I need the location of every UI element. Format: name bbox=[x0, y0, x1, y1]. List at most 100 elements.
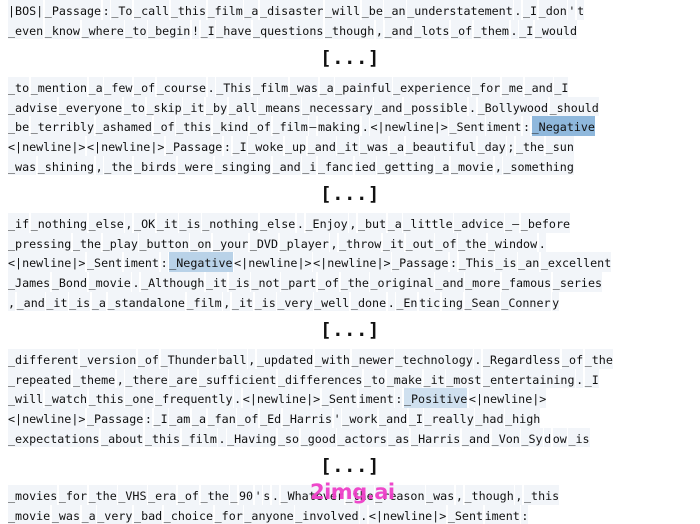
token: _of bbox=[237, 407, 259, 428]
token: _singing bbox=[214, 155, 271, 176]
token: _I bbox=[408, 407, 423, 428]
token: _famous bbox=[501, 271, 552, 292]
token: _newer bbox=[351, 349, 394, 369]
token: _film bbox=[207, 0, 243, 20]
token: <|newline|> bbox=[8, 407, 86, 428]
token: _Although bbox=[141, 271, 205, 292]
token: _painful bbox=[335, 77, 392, 97]
token-line: _if _nothing _else, _OK _it _is _nothing _else.… bbox=[0, 213, 700, 233]
token: _means bbox=[258, 96, 301, 117]
token: _and bbox=[384, 19, 413, 40]
token: _DVD bbox=[249, 232, 278, 253]
token: making bbox=[317, 116, 361, 136]
token-line: <|newline|> <|newline|> _Passage: _I _woke _u… bbox=[0, 135, 700, 156]
token: _though bbox=[464, 485, 514, 505]
token: : bbox=[144, 407, 152, 428]
token: _it bbox=[183, 96, 205, 117]
token: <|newline|> bbox=[242, 388, 321, 408]
token: _of bbox=[249, 116, 271, 136]
highlighted-token: _Negative bbox=[169, 252, 233, 272]
token: _Harris bbox=[411, 427, 461, 448]
token-visualization: |BOS| _Passage: _To _call _this _film _a _disas… bbox=[0, 0, 700, 524]
token: _very bbox=[97, 504, 133, 524]
token: _to bbox=[125, 19, 147, 40]
token: _OK bbox=[134, 213, 156, 233]
token: _very bbox=[277, 291, 313, 312]
token: _Sent bbox=[447, 504, 484, 524]
token: t bbox=[577, 0, 585, 20]
token: . bbox=[510, 19, 518, 40]
token: _about bbox=[101, 427, 144, 448]
token: . bbox=[234, 388, 242, 408]
token: _few bbox=[104, 77, 133, 97]
token: _else bbox=[260, 213, 296, 233]
token: _Sent bbox=[449, 116, 485, 136]
token: _anyone bbox=[244, 504, 294, 524]
token: _where bbox=[81, 19, 124, 40]
token: ow bbox=[552, 427, 567, 448]
token: , bbox=[125, 213, 133, 233]
token: _not bbox=[251, 271, 280, 292]
token: . bbox=[207, 77, 215, 97]
token: _little bbox=[403, 213, 453, 233]
token: _up bbox=[284, 135, 307, 156]
token: ing bbox=[441, 291, 463, 312]
token: _understatement bbox=[407, 0, 513, 20]
token: _high bbox=[505, 407, 541, 428]
token: . bbox=[132, 271, 140, 292]
token: _was bbox=[426, 485, 455, 505]
token: _ashamed bbox=[95, 116, 152, 136]
token: _Von bbox=[491, 427, 520, 448]
token: _I bbox=[200, 19, 215, 40]
token: _advice bbox=[454, 213, 504, 233]
token: _a bbox=[81, 504, 96, 524]
token: _of bbox=[317, 271, 340, 292]
token: _original bbox=[370, 271, 434, 292]
token: _necessary bbox=[302, 96, 373, 117]
token: _throw bbox=[339, 232, 382, 253]
token: _the bbox=[515, 135, 545, 156]
token: _good bbox=[300, 427, 336, 448]
truncation-separator: [...] bbox=[320, 47, 380, 70]
token: _Passage bbox=[87, 407, 144, 428]
token: <|newline|> bbox=[87, 135, 165, 156]
token: _lots bbox=[414, 19, 450, 40]
token: _I bbox=[153, 407, 168, 428]
token: _a bbox=[387, 213, 402, 233]
token: _by bbox=[206, 96, 228, 117]
token: _was bbox=[51, 504, 80, 524]
token: , bbox=[349, 213, 357, 233]
token: _movie bbox=[8, 504, 51, 524]
token: _nothing bbox=[202, 213, 259, 233]
token: _terribly bbox=[30, 116, 95, 136]
token: _for bbox=[58, 485, 88, 505]
token: : bbox=[160, 252, 168, 272]
truncation-separator: [...] bbox=[320, 319, 380, 342]
token: _the bbox=[584, 349, 613, 369]
token: _shining bbox=[37, 155, 95, 176]
token-line: _different _version _of _Thunder ball, _updat… bbox=[0, 349, 700, 369]
token-line: _pressing _the _play _button _on _your _DVD _pl… bbox=[0, 232, 700, 253]
token: _film bbox=[181, 427, 217, 448]
token: _I bbox=[554, 77, 569, 97]
token: _even bbox=[8, 19, 44, 40]
token: _Passage bbox=[44, 0, 102, 20]
token: _so bbox=[277, 427, 300, 448]
token: tic bbox=[419, 291, 441, 312]
token: _i bbox=[302, 155, 317, 176]
token: s bbox=[263, 485, 271, 505]
token: ied bbox=[354, 155, 376, 176]
token: _the bbox=[104, 155, 133, 176]
token: _entertaining bbox=[483, 368, 575, 389]
token: _and bbox=[435, 271, 464, 292]
token: _it bbox=[337, 135, 359, 156]
token: _Sean bbox=[464, 291, 500, 312]
token: _and bbox=[524, 77, 553, 97]
token: _VHS bbox=[118, 485, 147, 505]
token: _is bbox=[254, 291, 276, 312]
token: _as bbox=[388, 427, 410, 448]
token: _fan bbox=[207, 407, 236, 428]
token: _everyone bbox=[58, 96, 123, 117]
token: _and bbox=[272, 155, 301, 176]
token: _an bbox=[518, 252, 540, 272]
